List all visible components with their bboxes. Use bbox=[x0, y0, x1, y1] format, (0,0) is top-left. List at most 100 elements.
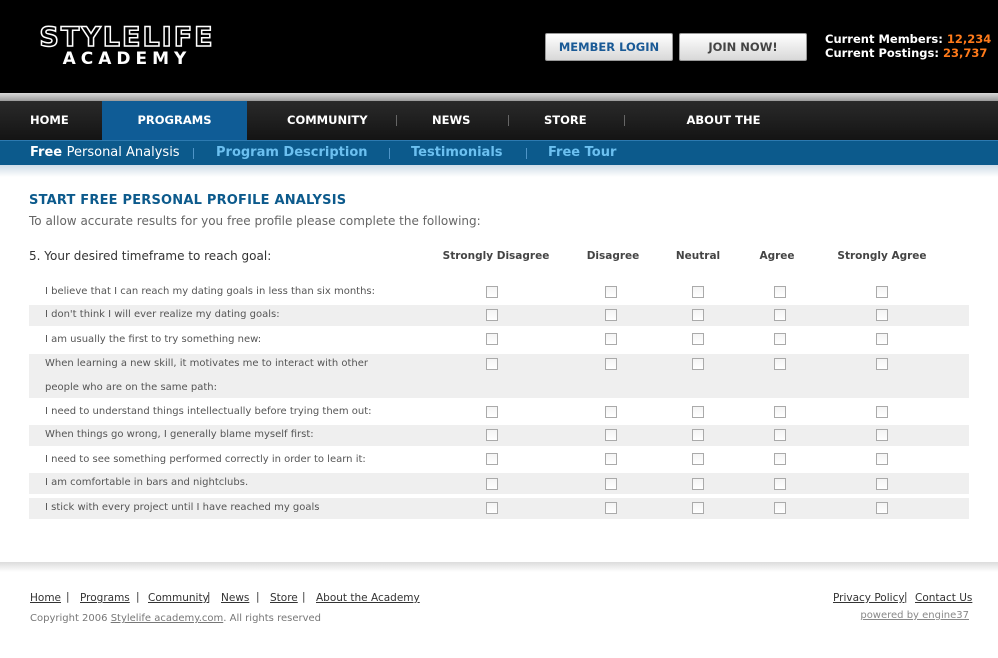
checkbox-agree[interactable] bbox=[774, 286, 786, 298]
checkbox-disagree[interactable] bbox=[605, 453, 617, 465]
footer-link-about[interactable]: About the Academy bbox=[316, 592, 420, 604]
checkbox-neutral[interactable] bbox=[692, 309, 704, 321]
col-agree: Agree bbox=[759, 250, 795, 262]
nav-programs[interactable]: PROGRAMS bbox=[102, 101, 247, 140]
site-stats: Current Members: 12,234 Current Postings… bbox=[825, 32, 991, 60]
checkbox-agree[interactable] bbox=[774, 502, 786, 514]
checkbox-agree[interactable] bbox=[774, 309, 786, 321]
checkbox-strongly-agree[interactable] bbox=[876, 333, 888, 345]
footer-link-community[interactable]: Community bbox=[148, 592, 209, 604]
checkbox-strongly-agree[interactable] bbox=[876, 502, 888, 514]
footer-separator: | bbox=[256, 591, 260, 603]
member-login-button[interactable]: MEMBER LOGIN bbox=[545, 33, 673, 61]
subnav-separator bbox=[389, 148, 390, 159]
statement-text: When things go wrong, I generally blame … bbox=[45, 429, 314, 440]
checkbox-neutral[interactable] bbox=[692, 286, 704, 298]
nav-home[interactable]: HOME bbox=[30, 101, 69, 140]
survey-row: I am comfortable in bars and nightclubs. bbox=[29, 473, 969, 494]
nav-about[interactable]: ABOUT THE ACADEMY bbox=[658, 101, 789, 166]
checkbox-neutral[interactable] bbox=[692, 478, 704, 490]
checkbox-disagree[interactable] bbox=[605, 358, 617, 370]
main-nav: HOME PROGRAMS COMMUNITY NEWS STORE ABOUT… bbox=[0, 101, 998, 166]
copyright-site-link[interactable]: Stylelife academy.com bbox=[111, 613, 224, 624]
footer-link-store[interactable]: Store bbox=[270, 592, 298, 604]
checkbox-strongly-agree[interactable] bbox=[876, 406, 888, 418]
copyright-text: Copyright 2006 Stylelife academy.com. Al… bbox=[30, 613, 321, 624]
contact-us-link[interactable]: Contact Us bbox=[915, 592, 972, 604]
survey-row: I need to understand things intellectual… bbox=[29, 400, 969, 424]
checkbox-strongly-disagree[interactable] bbox=[486, 333, 498, 345]
checkbox-disagree[interactable] bbox=[605, 309, 617, 321]
join-now-button[interactable]: JOIN NOW! bbox=[679, 33, 807, 61]
nav-store[interactable]: STORE bbox=[544, 101, 587, 140]
subnav-program-description[interactable]: Program Description bbox=[216, 141, 368, 165]
checkbox-disagree[interactable] bbox=[605, 502, 617, 514]
checkbox-agree[interactable] bbox=[774, 453, 786, 465]
nav-news[interactable]: NEWS bbox=[432, 101, 470, 140]
footer-link-news[interactable]: News bbox=[221, 592, 249, 604]
checkbox-strongly-agree[interactable] bbox=[876, 286, 888, 298]
checkbox-disagree[interactable] bbox=[605, 478, 617, 490]
subnav-free-light: Personal Analysis bbox=[66, 145, 180, 160]
checkbox-strongly-disagree[interactable] bbox=[486, 453, 498, 465]
copyright-suffix: . All rights reserved bbox=[223, 613, 322, 624]
checkbox-strongly-disagree[interactable] bbox=[486, 358, 498, 370]
checkbox-strongly-agree[interactable] bbox=[876, 453, 888, 465]
checkbox-disagree[interactable] bbox=[605, 333, 617, 345]
checkbox-strongly-disagree[interactable] bbox=[486, 478, 498, 490]
sub-nav: Free Personal Analysis Program Descripti… bbox=[0, 140, 998, 165]
subnav-shadow bbox=[0, 165, 998, 177]
copyright-prefix: Copyright 2006 bbox=[30, 613, 108, 624]
powered-by-link[interactable]: powered by engine37 bbox=[860, 610, 969, 621]
checkbox-strongly-agree[interactable] bbox=[876, 358, 888, 370]
checkbox-agree[interactable] bbox=[774, 406, 786, 418]
checkbox-strongly-agree[interactable] bbox=[876, 478, 888, 490]
checkbox-neutral[interactable] bbox=[692, 502, 704, 514]
subnav-separator bbox=[193, 148, 194, 159]
subnav-testimonials[interactable]: Testimonials bbox=[411, 141, 503, 165]
subnav-free-tour[interactable]: Free Tour bbox=[548, 141, 616, 165]
footer-separator: | bbox=[66, 591, 70, 603]
nav-separator bbox=[396, 115, 397, 126]
checkbox-neutral[interactable] bbox=[692, 429, 704, 441]
footer-separator: | bbox=[904, 591, 908, 603]
checkbox-agree[interactable] bbox=[774, 358, 786, 370]
checkbox-agree[interactable] bbox=[774, 478, 786, 490]
footer-link-programs[interactable]: Programs bbox=[80, 592, 130, 604]
checkbox-disagree[interactable] bbox=[605, 286, 617, 298]
checkbox-disagree[interactable] bbox=[605, 406, 617, 418]
footer-link-home[interactable]: Home bbox=[30, 592, 61, 604]
statement-text: When learning a new skill, it motivates … bbox=[45, 358, 369, 369]
page-title: START FREE PERSONAL PROFILE ANALYSIS bbox=[29, 193, 347, 208]
checkbox-agree[interactable] bbox=[774, 333, 786, 345]
survey-row: I stick with every project until I have … bbox=[29, 498, 969, 519]
footer-separator: | bbox=[207, 591, 211, 603]
checkbox-neutral[interactable] bbox=[692, 358, 704, 370]
checkbox-strongly-disagree[interactable] bbox=[486, 309, 498, 321]
checkbox-strongly-disagree[interactable] bbox=[486, 429, 498, 441]
checkbox-neutral[interactable] bbox=[692, 333, 704, 345]
footer-separator: | bbox=[136, 591, 140, 603]
survey-row: I don't think I will ever realize my dat… bbox=[29, 305, 969, 326]
nav-community[interactable]: COMMUNITY bbox=[287, 101, 368, 140]
statement-text: I need to understand things intellectual… bbox=[45, 406, 372, 417]
checkbox-strongly-disagree[interactable] bbox=[486, 502, 498, 514]
checkbox-agree[interactable] bbox=[774, 429, 786, 441]
stylelife-logo[interactable]: STYLELIFE ACADEMY bbox=[30, 23, 224, 68]
checkbox-neutral[interactable] bbox=[692, 406, 704, 418]
subnav-free-personal-analysis[interactable]: Free Personal Analysis bbox=[30, 141, 180, 165]
nav-separator bbox=[624, 115, 625, 126]
checkbox-strongly-agree[interactable] bbox=[876, 429, 888, 441]
survey-row: I am usually the first to try something … bbox=[29, 328, 969, 352]
privacy-policy-link[interactable]: Privacy Policy bbox=[833, 592, 905, 604]
footer-divider bbox=[0, 562, 998, 572]
checkbox-strongly-disagree[interactable] bbox=[486, 286, 498, 298]
checkbox-strongly-agree[interactable] bbox=[876, 309, 888, 321]
site-header: STYLELIFE ACADEMY MEMBER LOGIN JOIN NOW!… bbox=[0, 0, 998, 93]
col-strongly-agree: Strongly Agree bbox=[837, 250, 927, 262]
col-strongly-disagree: Strongly Disagree bbox=[442, 250, 550, 262]
nav-separator bbox=[508, 115, 509, 126]
checkbox-disagree[interactable] bbox=[605, 429, 617, 441]
checkbox-strongly-disagree[interactable] bbox=[486, 406, 498, 418]
checkbox-neutral[interactable] bbox=[692, 453, 704, 465]
